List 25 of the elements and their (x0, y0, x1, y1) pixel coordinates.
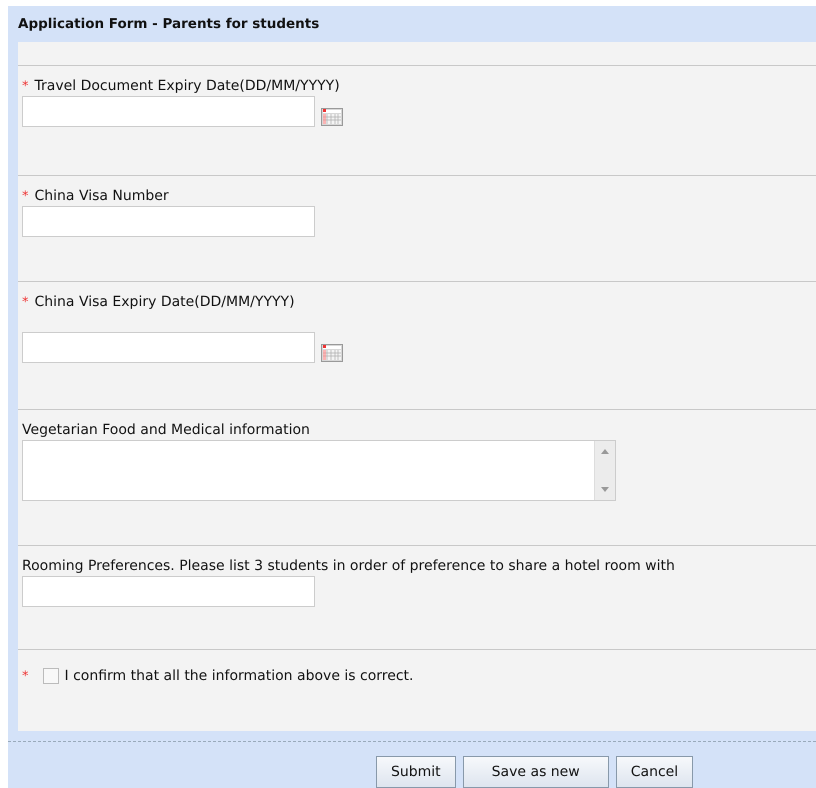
input-field[interactable] (22, 332, 315, 363)
form-button[interactable]: Cancel (616, 756, 694, 788)
field-label: Vegetarian Food and Medical information (22, 422, 310, 438)
form-button[interactable]: Save as new (462, 756, 609, 788)
checkbox[interactable] (42, 668, 58, 684)
required-asterisk: * (22, 294, 28, 310)
required-asterisk: * (22, 188, 28, 204)
scrollbar[interactable] (594, 441, 615, 500)
required-asterisk: * (22, 668, 28, 684)
calendar-icon[interactable] (321, 108, 343, 126)
checkbox-label: I confirm that all the information above is correct. (64, 668, 414, 684)
scroll-up-icon[interactable] (601, 449, 609, 454)
scroll-down-icon[interactable] (601, 487, 609, 492)
form-button[interactable]: Submit (376, 756, 456, 788)
field-label: Travel Document Expiry Date(DD/MM/YYYY) (34, 78, 340, 94)
input-field[interactable] (22, 206, 315, 237)
text-area[interactable] (22, 440, 616, 501)
field-label: Rooming Preferences. Please list 3 students in order of preference to share a hotel room with (22, 558, 675, 574)
calendar-icon[interactable] (321, 344, 343, 362)
field-label: China Visa Number (34, 188, 169, 204)
input-field[interactable] (22, 576, 315, 607)
required-asterisk: * (22, 78, 28, 94)
field-label: China Visa Expiry Date(DD/MM/YYYY) (34, 294, 295, 310)
form-title: Application Form - Parents for students (18, 16, 320, 32)
input-field[interactable] (22, 96, 315, 127)
